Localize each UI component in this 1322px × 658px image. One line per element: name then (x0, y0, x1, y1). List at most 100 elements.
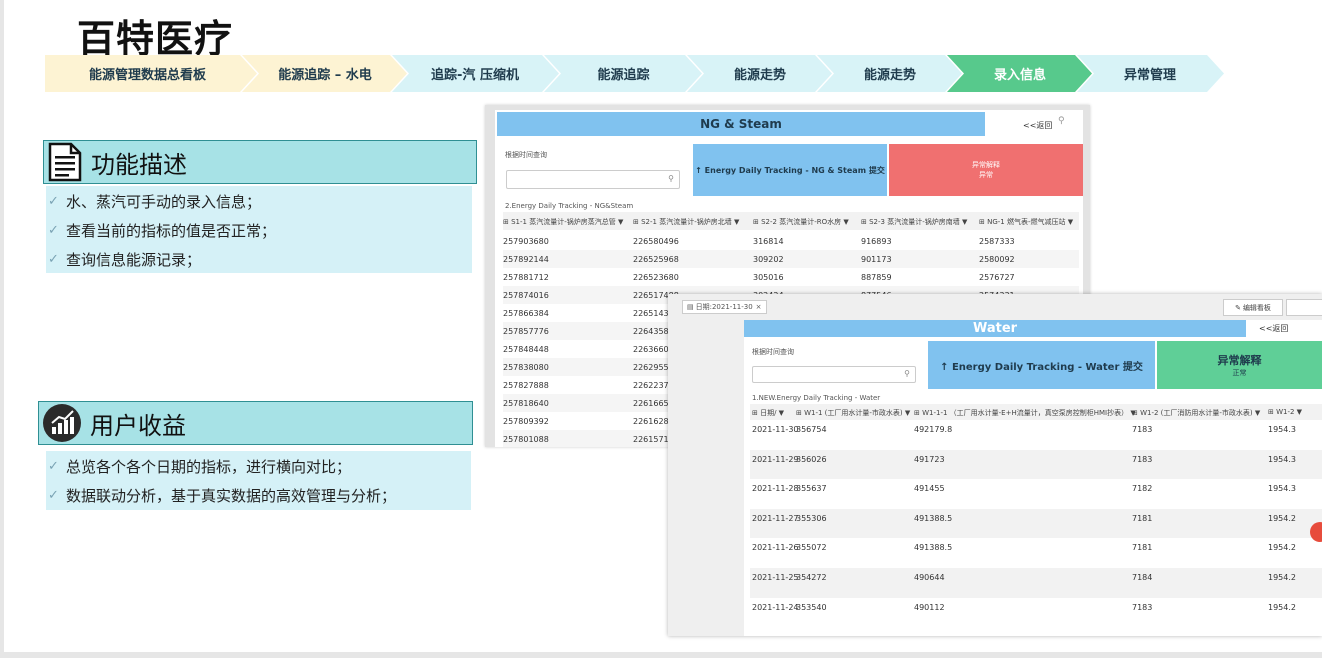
table-row[interactable]: 2021-11-24 353540 490112 7183 1954.2 (750, 597, 1322, 628)
step-label: 能源走势 (863, 68, 916, 83)
edit-icon: ✎ (1235, 303, 1241, 312)
table-cell: 2021-11-25 (752, 573, 799, 582)
table-cell: 305016 (753, 273, 784, 282)
step-label: 录入信息 (993, 68, 1046, 83)
table-cell: 355306 (796, 513, 827, 523)
anomaly-explanation-button[interactable]: 异常解释 正常 (1157, 341, 1322, 389)
column-header[interactable]: ⊞ 日期/ ▼ (752, 408, 784, 418)
step-label: 能源追踪 – 水电 (278, 68, 372, 83)
table-cell: 491388.5 (914, 543, 953, 553)
link-icon[interactable]: ⚲ (1058, 116, 1065, 126)
table-cell: 491388.5 (914, 513, 953, 523)
column-header[interactable]: ⊞ W1-2 (工厂消防用水计量-市政水表) ▼ (1132, 408, 1260, 418)
step-energy-trend-1[interactable]: 能源走势 (695, 55, 825, 92)
water-panel: Water <<返回 根据时间查询 ⚲ ↑ Energy Daily Track… (744, 320, 1322, 636)
table-cell: 356026 (796, 454, 827, 464)
table-cell: 2021-11-28 (752, 484, 799, 494)
submit-button[interactable]: ↑ Energy Daily Tracking - NG & Steam 提交 (693, 144, 887, 196)
step-label: 能源走势 (733, 68, 786, 83)
table-cell: 257818640 (503, 399, 549, 408)
date-search-input[interactable]: ⚲ (506, 170, 680, 189)
column-header[interactable]: ⊞ S2-2 蒸汽流量计-RO水房 ▼ (753, 217, 849, 227)
table-row[interactable]: 2021-11-29 356026 491723 7183 1954.3 (750, 449, 1322, 480)
table-cell: 257903680 (503, 237, 549, 246)
anomaly-status: 正常 (1232, 369, 1247, 377)
column-header[interactable]: ⊞ W1-2 ▼ (1268, 408, 1302, 416)
feature-description-list: ✓ 水、蒸汽可手动的录入信息； ✓ 查看当前的指标的值是否正常； ✓ 查询信息能源记录… (46, 186, 472, 273)
table-cell: 2021-11-27 (752, 513, 799, 523)
table-row[interactable]: 257903680 226580496 316814 916893 2587333 (503, 232, 1079, 250)
date-search-input[interactable]: ⚲ (752, 366, 916, 383)
table-cell: 257809392 (503, 417, 549, 426)
close-icon[interactable]: × (756, 303, 762, 311)
table-cell: 226580496 (633, 237, 679, 246)
back-link[interactable]: <<返回 (1023, 120, 1052, 131)
table-cell: 7182 (1132, 484, 1153, 494)
step-energy-tracking[interactable]: 能源追踪 (552, 55, 695, 92)
table-cell: 2576727 (979, 273, 1015, 282)
step-water-electric[interactable]: 能源追踪 – 水电 (250, 55, 400, 92)
table-row[interactable]: 2021-11-25 354272 490644 7184 1954.2 (750, 568, 1322, 598)
column-header[interactable]: ⊞ NG-1 燃气表-燃气减压站 ▼ (979, 217, 1073, 227)
column-header[interactable]: ⊞ W1-1 (工厂用水计量-市政水表) ▼ (796, 408, 910, 418)
water-screenshot: ▤ 日期:2021-11-30 × ✎ 编辑看板 Water <<返回 根据时间查询 … (668, 294, 1322, 636)
table-header: ⊞ S1-1 蒸汽流量计-锅炉房蒸汽总管 ▼ ⊞ S2-1 蒸汽流量计-锅炉房北墙… (503, 212, 1079, 230)
table-row[interactable]: 2021-11-30 356754 492179.8 7183 1954.3 (750, 420, 1322, 450)
search-icon: ⚲ (904, 369, 910, 378)
table-cell: 1954.3 (1268, 425, 1296, 434)
step-label: 能源追踪 (597, 68, 650, 83)
more-button[interactable] (1286, 299, 1322, 316)
table-row[interactable]: 2021-11-26 355072 491388.5 7181 1954.2 (750, 538, 1322, 569)
list-item: ✓ 查看当前的指标的值是否正常； (46, 216, 472, 245)
table-cell: 7183 (1132, 425, 1153, 434)
table-cell: 901173 (861, 255, 892, 264)
table-cell: 490112 (914, 602, 945, 612)
step-dashboard[interactable]: 能源管理数据总看板 (45, 55, 250, 92)
table-cell: 1954.2 (1268, 573, 1296, 582)
table-row[interactable]: 257881712 226523680 305016 887859 2576727 (503, 268, 1079, 286)
table-cell: 2021-11-29 (752, 454, 799, 464)
column-header[interactable]: ⊞ S2-3 蒸汽流量计-锅炉房南墙 ▼ (861, 217, 967, 227)
edit-dashboard-button[interactable]: ✎ 编辑看板 (1223, 299, 1283, 316)
check-icon: ✓ (48, 223, 59, 238)
date-filter-chip[interactable]: ▤ 日期:2021-11-30 × (682, 300, 767, 314)
ng-steam-title: NG & Steam (497, 112, 985, 136)
column-header[interactable]: ⊞ S1-1 蒸汽流量计-锅炉房蒸汽总管 ▼ (503, 217, 623, 227)
table-cell: 226525968 (633, 255, 679, 264)
sidebar-area (668, 320, 744, 636)
list-item: ✓ 水、蒸汽可手动的录入信息； (46, 187, 472, 216)
table-cell: 7183 (1132, 454, 1153, 464)
button-label: 编辑看板 (1242, 303, 1271, 312)
table-title: 2.Energy Daily Tracking - NG&Steam (505, 202, 634, 210)
step-label: 追踪-汽 压缩机 (431, 68, 519, 83)
table-cell: 7181 (1132, 513, 1153, 523)
table-cell: 1954.2 (1268, 543, 1296, 553)
step-exception-mgmt[interactable]: 异常管理 (1085, 55, 1215, 92)
back-link[interactable]: <<返回 (1259, 323, 1288, 334)
table-row[interactable]: 2021-11-28 355637 491455 7182 1954.3 (750, 479, 1322, 510)
table-cell: 257892144 (503, 255, 549, 264)
table-row[interactable]: 2021-11-27 355306 491388.5 7181 1954.2 (750, 508, 1322, 539)
table-cell: 257838080 (503, 363, 549, 372)
table-cell: 2580092 (979, 255, 1015, 264)
anomaly-explanation-button[interactable]: 异常解释 异常 (889, 144, 1083, 196)
table-cell: 257866384 (503, 309, 549, 318)
process-steps: 能源管理数据总看板 能源追踪 – 水电 追踪-汽 压缩机 能源追踪 能源走势 能… (45, 55, 1225, 92)
section-title: 用户收益 (90, 411, 186, 440)
step-steam-compressor[interactable]: 追踪-汽 压缩机 (400, 55, 550, 92)
submit-button[interactable]: ↑ Energy Daily Tracking - Water 提交 (928, 341, 1155, 389)
user-benefit-header: 用户收益 (38, 401, 473, 445)
table-cell: 356754 (796, 425, 827, 434)
table-cell: 1954.3 (1268, 484, 1296, 494)
column-header[interactable]: ⊞ S2-1 蒸汽流量计-锅炉房北墙 ▼ (633, 217, 739, 227)
table-cell: 1954.2 (1268, 602, 1296, 612)
step-input-info[interactable]: 录入信息 (955, 55, 1085, 92)
table-row[interactable]: 257892144 226525968 309202 901173 2580092 (503, 250, 1079, 268)
left-border (0, 0, 4, 658)
table-cell: 490644 (914, 573, 945, 582)
column-header[interactable]: ⊞ W1-1-1 （工厂用水计量-E+H流量计，真空泵房控制柜HMI抄表） ▼ (914, 408, 1136, 418)
chip-label: 日期:2021-11-30 (695, 303, 753, 311)
item-text: 数据联动分析，基于真实数据的高效管理与分析； (66, 487, 397, 505)
list-item: ✓ 数据联动分析，基于真实数据的高效管理与分析； (46, 481, 471, 510)
step-energy-trend-2[interactable]: 能源走势 (825, 55, 955, 92)
